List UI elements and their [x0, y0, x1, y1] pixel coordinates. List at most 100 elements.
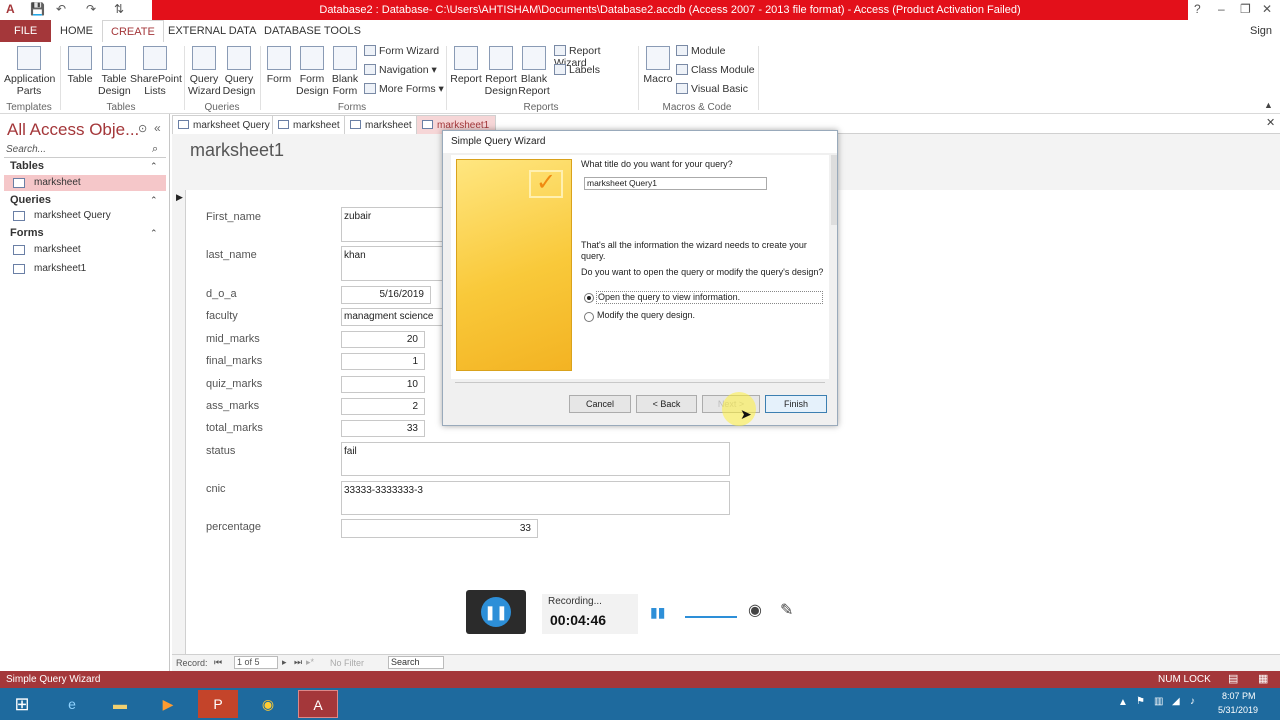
sign-in-link[interactable]: Sign in: [1242, 20, 1280, 59]
class-module-button[interactable]: Class Module: [676, 64, 756, 76]
tray-expand-icon[interactable]: ▲: [1118, 697, 1128, 708]
tab-create[interactable]: CREATE: [102, 20, 164, 42]
powerpoint-icon[interactable]: P: [198, 690, 238, 718]
sharepoint-lists-button[interactable]: SharePoint Lists: [130, 46, 182, 97]
tray-speaker-icon[interactable]: ♪: [1190, 696, 1195, 707]
redo-icon[interactable]: ↷: [86, 2, 96, 16]
record-position-input[interactable]: 1 of 5: [234, 656, 278, 669]
start-button-icon[interactable]: ⊞: [2, 690, 42, 718]
record-search-input[interactable]: Search: [388, 656, 444, 669]
visual-basic-button[interactable]: Visual Basic: [676, 83, 756, 95]
mid-marks-field[interactable]: 20: [341, 331, 425, 348]
next-record-icon[interactable]: ▸: [282, 657, 287, 668]
pen-icon[interactable]: ✎: [780, 600, 793, 620]
new-record-icon[interactable]: ▸*: [306, 657, 314, 668]
volume-slider[interactable]: [685, 616, 737, 618]
navigation-button[interactable]: Navigation ▾: [364, 64, 444, 76]
d-o-a-field[interactable]: 5/16/2019: [341, 286, 431, 304]
blank-form-button[interactable]: Blank Form: [330, 46, 360, 97]
media-player-icon[interactable]: ▶: [148, 690, 188, 718]
nav-item-marksheet1-form[interactable]: marksheet1: [4, 261, 166, 277]
final-marks-field[interactable]: 1: [341, 353, 425, 370]
minimize-icon[interactable]: –: [1218, 2, 1225, 16]
tab-file[interactable]: FILE: [0, 20, 52, 42]
tray-network-icon[interactable]: ⚑: [1136, 696, 1145, 707]
form-button[interactable]: Form: [264, 46, 294, 85]
sort-icon[interactable]: ⇅: [114, 2, 124, 16]
table-button[interactable]: Table: [64, 46, 96, 85]
tab-external-data[interactable]: EXTERNAL DATA: [160, 20, 264, 42]
last-name-field[interactable]: khan: [341, 246, 451, 281]
first-name-field[interactable]: zubair: [341, 207, 451, 242]
undo-icon[interactable]: ↶: [56, 2, 66, 16]
chevron-up-icon[interactable]: ⌃: [150, 195, 158, 206]
scrollbar[interactable]: [831, 155, 837, 225]
layout-view-icon[interactable]: ▦: [1258, 671, 1268, 688]
close-document-icon[interactable]: ✕: [1266, 116, 1275, 129]
collapse-ribbon-icon[interactable]: ▲: [1264, 100, 1273, 110]
last-record-icon[interactable]: ⏭: [294, 657, 302, 668]
cancel-button[interactable]: Cancel: [569, 395, 631, 413]
option-modify-label[interactable]: Modify the query design.: [597, 310, 695, 320]
back-button[interactable]: < Back: [636, 395, 697, 413]
nav-pane-menu-icon[interactable]: ⊙: [138, 122, 147, 135]
file-explorer-icon[interactable]: ▬: [100, 690, 140, 718]
internet-explorer-icon[interactable]: e: [52, 690, 92, 718]
percentage-field[interactable]: 33: [341, 519, 538, 538]
tray-volume-icon[interactable]: ◢: [1172, 696, 1180, 707]
report-design-button[interactable]: Report Design: [484, 46, 518, 97]
quiz-marks-field[interactable]: 10: [341, 376, 425, 393]
save-icon[interactable]: 💾: [30, 2, 45, 16]
doc-tab-marksheet-table[interactable]: marksheet: [272, 115, 347, 134]
access-taskbar-icon[interactable]: A: [298, 690, 338, 718]
query-wizard-button[interactable]: Query Wizard: [188, 46, 221, 97]
ass-marks-field[interactable]: 2: [341, 398, 425, 415]
chevron-up-icon[interactable]: ⌃: [150, 228, 158, 239]
radio-modify-query[interactable]: [584, 312, 594, 322]
query-design-button[interactable]: Query Design: [222, 46, 256, 97]
blank-report-button[interactable]: Blank Report: [518, 46, 550, 97]
faculty-field[interactable]: managment science: [341, 308, 451, 326]
section-tables[interactable]: Tables: [10, 160, 44, 172]
macro-button[interactable]: Macro: [642, 46, 674, 85]
tray-flag-icon[interactable]: ▥: [1154, 696, 1163, 707]
query-title-input[interactable]: marksheet Query1: [584, 177, 767, 190]
section-forms[interactable]: Forms: [10, 227, 44, 239]
audio-level-icon[interactable]: ▮▮: [650, 604, 665, 621]
nav-item-marksheet-query[interactable]: marksheet Query: [4, 208, 166, 224]
help-icon[interactable]: ?: [1194, 2, 1201, 16]
section-queries[interactable]: Queries: [10, 194, 51, 206]
webcam-icon[interactable]: ◉: [748, 600, 762, 620]
cnic-field[interactable]: 33333-3333333-3: [341, 481, 730, 515]
more-forms-button[interactable]: More Forms ▾: [364, 83, 444, 95]
restore-icon[interactable]: ❐: [1240, 2, 1251, 16]
chrome-icon[interactable]: ◉: [248, 690, 288, 718]
no-filter-indicator[interactable]: No Filter: [330, 658, 364, 668]
record-selector[interactable]: ▶: [172, 190, 186, 654]
form-wizard-button[interactable]: Form Wizard: [364, 45, 444, 57]
form-design-button[interactable]: Form Design: [296, 46, 329, 97]
nav-item-marksheet-table[interactable]: marksheet: [4, 175, 166, 191]
doc-tab-marksheet-form[interactable]: marksheet: [344, 115, 419, 134]
close-icon[interactable]: ✕: [1262, 2, 1272, 16]
status-field[interactable]: fail: [341, 442, 730, 476]
nav-search-input[interactable]: Search...: [4, 144, 166, 158]
total-marks-field[interactable]: 33: [341, 420, 425, 437]
nav-pane-collapse-icon[interactable]: «: [154, 121, 161, 135]
chevron-up-icon[interactable]: ⌃: [150, 161, 158, 172]
application-parts-button[interactable]: Application Parts: [4, 46, 55, 97]
labels-button[interactable]: Labels: [554, 64, 634, 76]
pause-button[interactable]: ❚❚: [466, 590, 526, 634]
doc-tab-marksheet-query[interactable]: marksheet Query: [172, 115, 277, 134]
finish-button[interactable]: Finish: [765, 395, 827, 413]
first-record-icon[interactable]: ⏮: [214, 657, 222, 668]
nav-pane-title[interactable]: All Access Obje...: [7, 120, 139, 140]
table-design-button[interactable]: Table Design: [98, 46, 131, 97]
report-button[interactable]: Report: [450, 46, 482, 85]
module-button[interactable]: Module: [676, 45, 756, 57]
option-open-label[interactable]: Open the query to view information.: [596, 291, 823, 304]
form-view-icon[interactable]: ▤: [1228, 671, 1238, 688]
nav-item-marksheet-form[interactable]: marksheet: [4, 242, 166, 258]
tab-home[interactable]: HOME: [52, 20, 101, 42]
radio-open-query[interactable]: [584, 293, 594, 303]
